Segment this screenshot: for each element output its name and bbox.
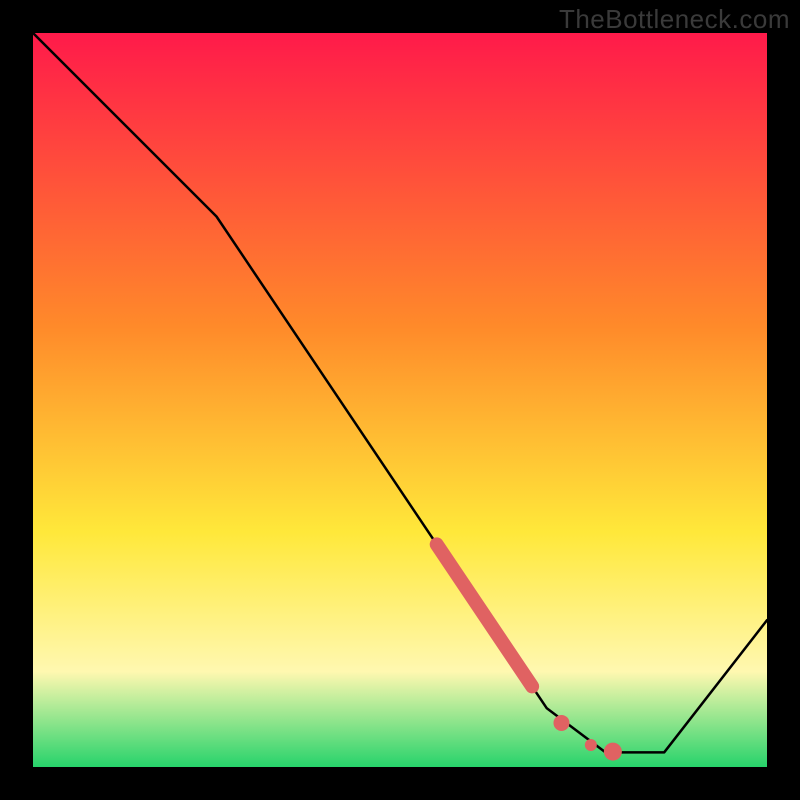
highlight-dot — [604, 743, 622, 761]
chart-frame: TheBottleneck.com — [0, 0, 800, 800]
watermark-text: TheBottleneck.com — [559, 4, 790, 35]
highlight-dot — [585, 739, 597, 751]
bottleneck-chart — [33, 33, 767, 767]
highlight-dot — [553, 715, 569, 731]
